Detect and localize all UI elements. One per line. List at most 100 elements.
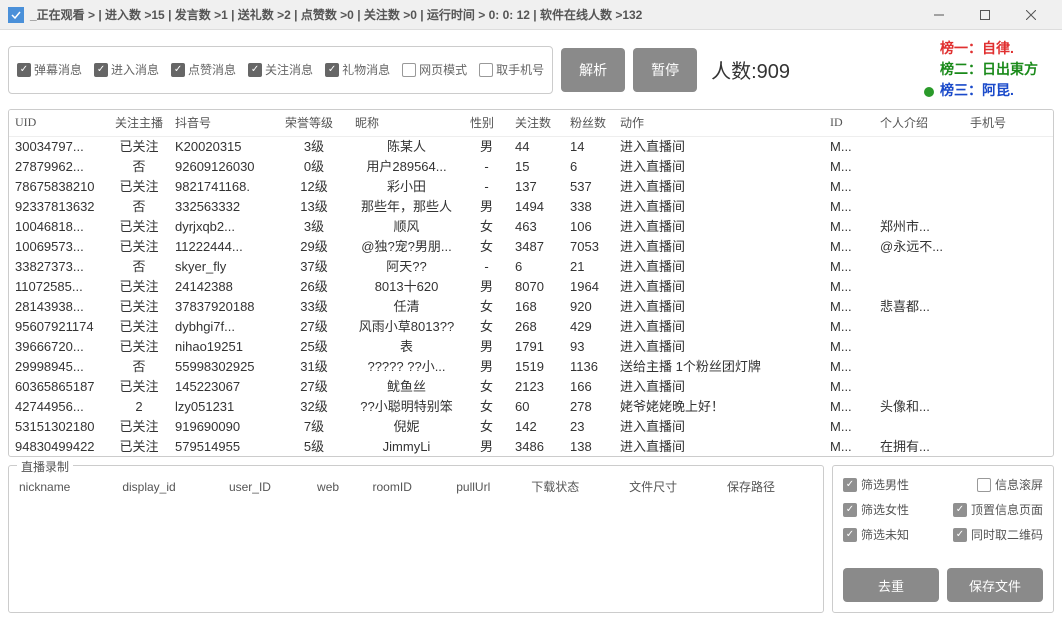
dedup-button[interactable]: 去重: [843, 568, 939, 602]
chk-filter-female[interactable]: 筛选女性: [843, 501, 909, 518]
chk-pin-info[interactable]: 顶置信息页面: [953, 501, 1043, 518]
th-phone[interactable]: 手机号: [964, 110, 1053, 136]
table-body: 30034797...已关注K200203153级陈某人男4414进入直播间M.…: [9, 136, 1053, 457]
cell: [964, 157, 1053, 177]
pause-button[interactable]: 暂停: [633, 48, 697, 92]
th-following[interactable]: 关注数: [509, 110, 564, 136]
rth-web[interactable]: web: [311, 474, 366, 499]
table-row[interactable]: 53151302180已关注9196900907级倪妮女14223进入直播间M.…: [9, 417, 1053, 437]
cell: 33827373...: [9, 257, 109, 277]
table-row[interactable]: 39666720...已关注nihao1925125级表男179193进入直播间…: [9, 337, 1053, 357]
table-row[interactable]: 95607921174已关注dybhgi7f...27级风雨小草8013??女2…: [9, 317, 1053, 337]
chk-follow[interactable]: 关注消息: [248, 61, 313, 78]
maximize-button[interactable]: [962, 0, 1008, 30]
chk-web[interactable]: 网页模式: [402, 61, 467, 78]
cell: 27级: [279, 317, 349, 337]
th-uid[interactable]: UID: [9, 110, 109, 136]
table-row[interactable]: 60365865187已关注14522306727级鱿鱼丝女2123166进入直…: [9, 377, 1053, 397]
chk-info-scroll[interactable]: 信息滚屏: [977, 476, 1043, 493]
cell: M...: [824, 337, 874, 357]
cell: 3级: [279, 136, 349, 157]
cell: 已关注: [109, 297, 169, 317]
main-table[interactable]: UID 关注主播 抖音号 荣誉等级 昵称 性别 关注数 粉丝数 动作 ID 个人…: [9, 110, 1053, 457]
rth-userid[interactable]: user_ID: [223, 474, 311, 499]
cell: 1494: [509, 197, 564, 217]
cell: 送给主播 1个粉丝团灯牌: [614, 357, 824, 377]
cell: [964, 217, 1053, 237]
table-row[interactable]: 33827373...否skyer_fly37级阿天??-621进入直播间M..…: [9, 257, 1053, 277]
chk-gift[interactable]: 礼物消息: [325, 61, 390, 78]
table-row[interactable]: 27879962...否926091260300级用户289564...-156…: [9, 157, 1053, 177]
cell: 3487: [509, 237, 564, 257]
cell: 进入直播间: [614, 177, 824, 197]
cell: 39666720...: [9, 337, 109, 357]
bottom-area: 直播录制 nickname display_id user_ID web roo…: [0, 457, 1062, 621]
cell: 5级: [279, 437, 349, 457]
cell: 进入直播间: [614, 317, 824, 337]
table-row[interactable]: 10069573...已关注11222444...29级@独?宠?男朋...女3…: [9, 237, 1053, 257]
table-row[interactable]: 29998945...否5599830292531级????? ??小...男1…: [9, 357, 1053, 377]
cell: 13级: [279, 197, 349, 217]
th-id[interactable]: ID: [824, 110, 874, 136]
rth-room[interactable]: roomID: [367, 474, 451, 499]
cell: 106: [564, 217, 614, 237]
app-icon: [8, 7, 24, 23]
th-level[interactable]: 荣誉等级: [279, 110, 349, 136]
chk-like[interactable]: 点赞消息: [171, 61, 236, 78]
cell: 进入直播间: [614, 277, 824, 297]
save-button[interactable]: 保存文件: [947, 568, 1043, 602]
chk-enter[interactable]: 进入消息: [94, 61, 159, 78]
cell: 920: [564, 297, 614, 317]
th-douyin[interactable]: 抖音号: [169, 110, 279, 136]
cell: [964, 337, 1053, 357]
table-row[interactable]: 28143938...已关注3783792018833级任清女168920进入直…: [9, 297, 1053, 317]
rth-pull[interactable]: pullUrl: [450, 474, 525, 499]
chk-qr-same[interactable]: 同时取二维码: [953, 526, 1043, 543]
cell: 进入直播间: [614, 257, 824, 277]
cell: [964, 136, 1053, 157]
th-nick[interactable]: 昵称: [349, 110, 464, 136]
table-row[interactable]: 11072585...已关注2414238826级8013十620男807019…: [9, 277, 1053, 297]
cell: 3级: [279, 217, 349, 237]
table-row[interactable]: 30034797...已关注K200203153级陈某人男4414进入直播间M.…: [9, 136, 1053, 157]
th-sex[interactable]: 性别: [464, 110, 509, 136]
parse-button[interactable]: 解析: [561, 48, 625, 92]
th-follow[interactable]: 关注主播: [109, 110, 169, 136]
cell: 女: [464, 417, 509, 437]
cell: JimmyLi: [349, 437, 464, 457]
rth-size[interactable]: 文件尺寸: [623, 474, 721, 499]
cell: M...: [824, 197, 874, 217]
rth-nickname[interactable]: nickname: [13, 474, 116, 499]
cell: [874, 136, 964, 157]
cell: 否: [109, 197, 169, 217]
th-action[interactable]: 动作: [614, 110, 824, 136]
chk-danmu[interactable]: 弹幕消息: [17, 61, 82, 78]
th-fans[interactable]: 粉丝数: [564, 110, 614, 136]
th-intro[interactable]: 个人介绍: [874, 110, 964, 136]
table-row[interactable]: 42744956...2lzy05123132级??小聪明特别笨女60278姥爷…: [9, 397, 1053, 417]
cell: M...: [824, 297, 874, 317]
minimize-button[interactable]: [916, 0, 962, 30]
record-table[interactable]: nickname display_id user_ID web roomID p…: [13, 474, 819, 499]
close-button[interactable]: [1008, 0, 1054, 30]
cell: [874, 157, 964, 177]
rth-dlstate[interactable]: 下载状态: [525, 474, 623, 499]
chk-filter-unknown[interactable]: 筛选未知: [843, 526, 909, 543]
table-row[interactable]: 94830499422已关注5795149555级JimmyLi男3486138…: [9, 437, 1053, 457]
cell: 已关注: [109, 177, 169, 197]
cell: 进入直播间: [614, 197, 824, 217]
cell: 463: [509, 217, 564, 237]
rth-display[interactable]: display_id: [116, 474, 223, 499]
cell: 进入直播间: [614, 217, 824, 237]
table-row[interactable]: 78675838210已关注9821741168.12级彩小田-137537进入…: [9, 177, 1053, 197]
checkbox-icon: [843, 503, 857, 517]
cell: 进入直播间: [614, 377, 824, 397]
chk-filter-male[interactable]: 筛选男性: [843, 476, 909, 493]
cell: [874, 317, 964, 337]
chk-phone[interactable]: 取手机号: [479, 61, 544, 78]
rth-path[interactable]: 保存路径: [721, 474, 819, 499]
cell: 6: [564, 157, 614, 177]
table-row[interactable]: 92337813632否33256333213级那些年，那些人男1494338进…: [9, 197, 1053, 217]
cell: 女: [464, 237, 509, 257]
table-row[interactable]: 10046818...已关注dyrjxqb2...3级顺风女463106进入直播…: [9, 217, 1053, 237]
